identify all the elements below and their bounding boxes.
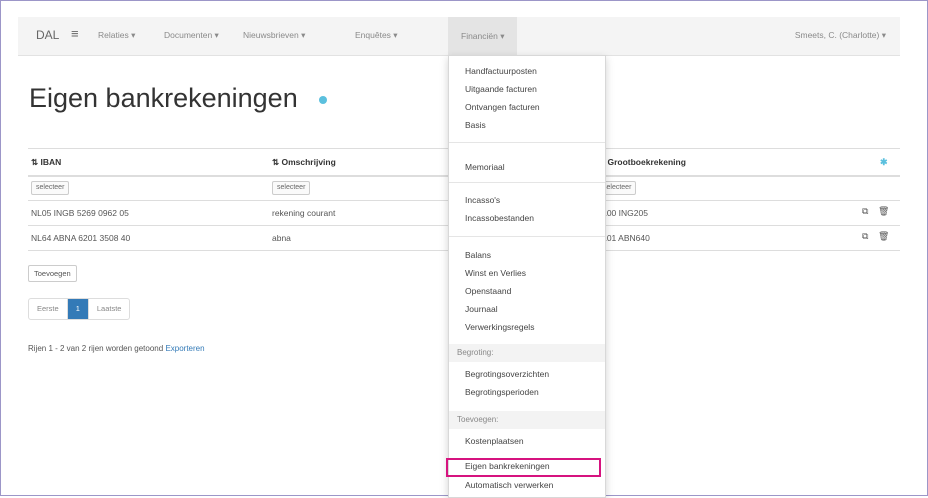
menu-header-toevoegen: Toevoegen: [449, 411, 605, 429]
menu-divider [449, 182, 605, 183]
cell-omschrijving: rekening courant [272, 208, 336, 218]
copy-icon[interactable]: ⧉ [862, 231, 871, 242]
menu-item-incassos[interactable]: Incasso's [465, 195, 500, 205]
cell-iban: NL05 INGB 5269 0962 05 [31, 208, 129, 218]
nav-documenten[interactable]: Documenten ▾ [164, 30, 219, 41]
highlight-box [446, 458, 601, 477]
menu-item-basis[interactable]: Basis [465, 120, 486, 130]
menu-item-begrotingsoverzichten[interactable]: Begrotingsoverzichten [465, 369, 549, 379]
nav-relaties[interactable]: Relaties ▾ [98, 30, 135, 41]
column-settings-icon[interactable]: ✱ [880, 157, 888, 168]
copy-icon[interactable]: ⧉ [862, 206, 871, 217]
info-icon[interactable] [319, 96, 327, 104]
add-button[interactable]: Toevoegen [28, 265, 77, 282]
menu-item-automatisch-verwerken[interactable]: Automatisch verwerken [465, 480, 553, 490]
filter-iban[interactable]: selecteer [31, 181, 70, 195]
financien-dropdown: Handfactuurposten Uitgaande facturen Ont… [448, 55, 606, 498]
trash-icon[interactable]: 🗑 [878, 231, 889, 242]
menu-divider [449, 236, 605, 237]
hamburger-icon[interactable]: ≡ [71, 26, 79, 41]
menu-header-begroting: Begroting: [449, 344, 605, 362]
nav-enquetes[interactable]: Enquêtes ▾ [355, 30, 398, 41]
menu-divider [449, 142, 605, 143]
menu-item-openstaand[interactable]: Openstaand [465, 286, 511, 296]
menu-item-memoriaal[interactable]: Memoriaal [465, 162, 505, 172]
page-title: Eigen bankrekeningen [29, 83, 298, 113]
brand-logo[interactable]: DAL [36, 28, 59, 42]
user-menu[interactable]: Smeets, C. (Charlotte) ▾ [795, 30, 886, 41]
pagination: Eerste 1 Laatste [28, 298, 131, 320]
menu-item-kostenplaatsen[interactable]: Kostenplaatsen [465, 436, 524, 446]
column-header-iban[interactable]: ⇅ IBAN [31, 157, 61, 168]
rows-info-text: Rijen 1 - 2 van 2 rijen worden getoond [28, 344, 164, 353]
menu-item-journaal[interactable]: Journaal [465, 304, 498, 314]
trash-icon[interactable]: 🗑 [878, 206, 889, 217]
menu-item-begrotingsperioden[interactable]: Begrotingsperioden [465, 387, 539, 397]
nav-financien[interactable]: Financiën ▾ [448, 17, 518, 55]
menu-item-ontvangen-facturen[interactable]: Ontvangen facturen [465, 102, 540, 112]
menu-item-verwerkingsregels[interactable]: Verwerkingsregels [465, 322, 534, 332]
menu-item-uitgaande-facturen[interactable]: Uitgaande facturen [465, 84, 537, 94]
top-navbar: DAL ≡ Relaties ▾ Documenten ▾ Nieuwsbrie… [18, 17, 900, 56]
rows-info: Rijen 1 - 2 van 2 rijen worden getoond E… [28, 344, 205, 353]
pager-current[interactable]: 1 [67, 299, 89, 319]
cell-iban: NL64 ABNA 6201 3508 40 [31, 233, 131, 243]
nav-nieuwsbrieven[interactable]: Nieuwsbrieven ▾ [243, 30, 305, 41]
menu-item-handfactuurposten[interactable]: Handfactuurposten [465, 66, 537, 76]
column-header-omschrijving[interactable]: ⇅ Omschrijving [272, 157, 336, 168]
filter-omschrijving[interactable]: selecteer [272, 181, 311, 195]
menu-item-winst-en-verlies[interactable]: Winst en Verlies [465, 268, 526, 278]
menu-item-balans[interactable]: Balans [465, 250, 491, 260]
menu-item-incassobestanden[interactable]: Incassobestanden [465, 213, 534, 223]
pager-first[interactable]: Eerste [29, 299, 68, 319]
cell-omschrijving: abna [272, 233, 291, 243]
pager-last[interactable]: Laatste [89, 299, 130, 319]
column-header-grootboekrekening[interactable]: ⇅ Grootboekrekening [598, 157, 686, 168]
export-link[interactable]: Exporteren [165, 344, 204, 353]
